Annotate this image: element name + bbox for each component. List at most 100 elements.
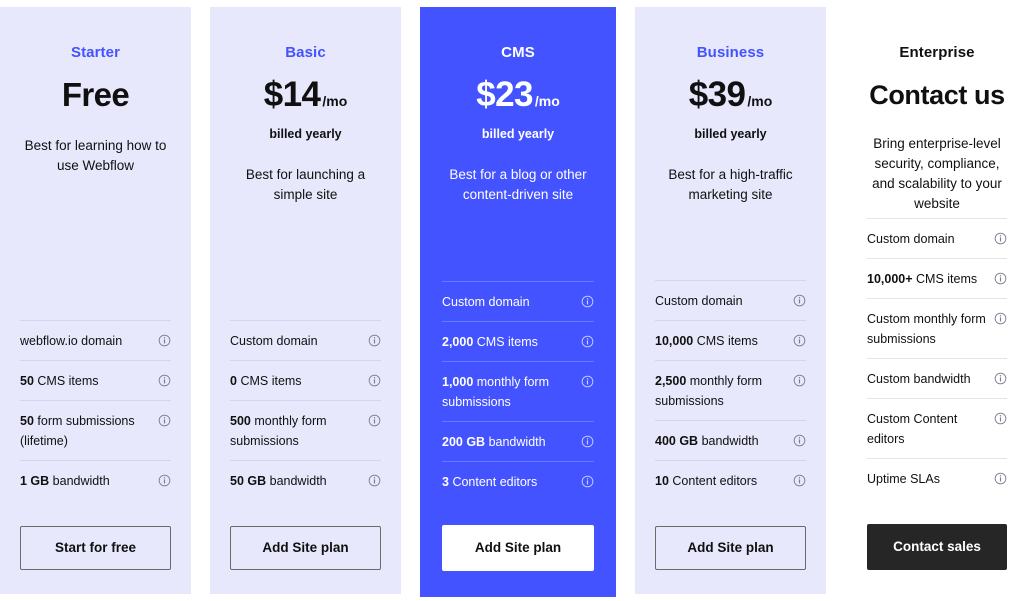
info-icon[interactable] xyxy=(581,335,594,348)
feature-value: 2,000 xyxy=(442,335,474,349)
feature-row: 200 GB bandwidth xyxy=(442,421,594,461)
plan-description: Best for launching a simple site xyxy=(245,167,366,202)
info-icon[interactable] xyxy=(994,372,1007,385)
info-icon[interactable] xyxy=(368,374,381,387)
info-icon[interactable] xyxy=(994,412,1007,425)
feature-text: bandwidth xyxy=(269,474,327,488)
price-period: /mo xyxy=(322,93,348,109)
feature-row: 50 CMS items xyxy=(20,360,171,400)
info-icon[interactable] xyxy=(581,375,594,388)
layout-spacer xyxy=(442,205,594,281)
info-icon[interactable] xyxy=(994,232,1007,245)
feature-row: Custom domain xyxy=(442,281,594,321)
cta-button-starter[interactable]: Start for free xyxy=(20,526,171,570)
feature-row: 500 monthly form submissions xyxy=(230,400,381,460)
feature-text: CMS items xyxy=(696,334,758,348)
info-icon[interactable] xyxy=(368,414,381,427)
feature-value: 1 GB xyxy=(20,474,50,488)
feature-label: 10,000 CMS items xyxy=(655,331,758,351)
cta-button-enterprise[interactable]: Contact sales xyxy=(867,524,1007,570)
feature-row: Custom domain xyxy=(655,280,806,320)
feature-text: CMS items xyxy=(240,374,302,388)
info-icon[interactable] xyxy=(158,474,171,487)
feature-text: form submissions (lifetime) xyxy=(20,414,135,448)
feature-row: 10,000 CMS items xyxy=(655,320,806,360)
plan-name: CMS xyxy=(501,44,535,61)
feature-text: CMS items xyxy=(916,272,978,286)
feature-value: 10,000 xyxy=(655,334,694,348)
feature-row: 10 Content editors xyxy=(655,460,806,500)
feature-label: 50 form submissions (lifetime) xyxy=(20,411,150,451)
feature-value: 3 xyxy=(442,475,449,489)
feature-label: Custom bandwidth xyxy=(867,372,971,386)
feature-list-starter: webflow.io domain 50 CMS items 50 form sub… xyxy=(20,320,171,500)
cta-container: Add Site plan xyxy=(442,501,594,597)
feature-label: 1 GB bandwidth xyxy=(20,471,110,491)
feature-value: 50 xyxy=(20,374,34,388)
feature-text: Content editors xyxy=(672,474,758,488)
feature-label: Custom domain xyxy=(442,295,530,309)
feature-text: CMS items xyxy=(37,374,99,388)
feature-list-basic: Custom domain 0 CMS items 500 monthly form… xyxy=(230,320,381,500)
feature-label: webflow.io domain xyxy=(20,334,123,348)
layout-spacer xyxy=(655,205,806,280)
info-icon[interactable] xyxy=(994,272,1007,285)
feature-text: bandwidth xyxy=(701,434,759,448)
plan-name: Starter xyxy=(70,44,121,61)
cta-button-basic[interactable]: Add Site plan xyxy=(230,526,381,570)
feature-value: 10 xyxy=(655,474,669,488)
feature-list-business: Custom domain 10,000 CMS items 2,500 month… xyxy=(655,280,806,500)
info-icon[interactable] xyxy=(793,374,806,387)
feature-row: 1 GB bandwidth xyxy=(20,460,171,500)
info-icon[interactable] xyxy=(581,435,594,448)
feature-row: 50 form submissions (lifetime) xyxy=(20,400,171,460)
feature-value: 500 xyxy=(230,414,251,428)
info-icon[interactable] xyxy=(994,472,1007,485)
plan-card-basic: Basic $14/mo billed yearly Best for launchi… xyxy=(210,7,401,594)
feature-label: 10 Content editors xyxy=(655,471,757,491)
feature-value: 10,000+ xyxy=(867,272,913,286)
info-icon[interactable] xyxy=(793,294,806,307)
feature-row: Custom bandwidth xyxy=(867,358,1007,398)
feature-text: bandwidth xyxy=(52,474,110,488)
cta-container: Add Site plan xyxy=(655,500,806,594)
feature-label: Custom Content editors xyxy=(867,412,958,446)
info-icon[interactable] xyxy=(994,312,1007,325)
info-icon[interactable] xyxy=(793,434,806,447)
feature-label: 50 GB bandwidth xyxy=(230,471,327,491)
price-amount: $14 xyxy=(263,75,321,114)
feature-value: 200 GB xyxy=(442,435,486,449)
info-icon[interactable] xyxy=(158,334,171,347)
feature-label: 400 GB bandwidth xyxy=(655,431,759,451)
plan-description: Best for a blog or other content-driven … xyxy=(449,167,587,202)
plan-header-cms: CMS $23/mo billed yearly Best for a blog or… xyxy=(442,7,594,205)
cta-button-cms[interactable]: Add Site plan xyxy=(442,525,594,571)
price-amount: $23 xyxy=(476,75,533,114)
billing-note: billed yearly xyxy=(694,127,767,141)
info-icon[interactable] xyxy=(793,334,806,347)
feature-row: 2,000 CMS items xyxy=(442,321,594,361)
info-icon[interactable] xyxy=(368,474,381,487)
cta-button-business[interactable]: Add Site plan xyxy=(655,526,806,570)
pricing-table: Starter Free Best for learning how to use … xyxy=(0,0,1024,601)
info-icon[interactable] xyxy=(368,334,381,347)
plan-card-business: Business $39/mo billed yearly Best for a hi… xyxy=(635,7,826,594)
cta-container: Add Site plan xyxy=(230,500,381,594)
billing-note: billed yearly xyxy=(481,127,555,141)
plan-price: $23/mo xyxy=(442,75,594,122)
feature-value: 400 GB xyxy=(655,434,699,448)
layout-spacer xyxy=(230,205,381,320)
feature-label: Custom domain xyxy=(867,232,955,246)
plan-description: Bring enterprise-level security, complia… xyxy=(872,136,1002,211)
info-icon[interactable] xyxy=(793,474,806,487)
feature-row: Uptime SLAs xyxy=(867,458,1007,498)
feature-row: Custom monthly form submissions xyxy=(867,298,1007,358)
feature-label: Custom domain xyxy=(230,334,318,348)
feature-value: 1,000 xyxy=(442,375,474,389)
info-icon[interactable] xyxy=(581,475,594,488)
feature-text: Content editors xyxy=(452,475,538,489)
info-icon[interactable] xyxy=(581,295,594,308)
info-icon[interactable] xyxy=(158,414,171,427)
info-icon[interactable] xyxy=(158,374,171,387)
feature-label: 3 Content editors xyxy=(442,472,537,492)
